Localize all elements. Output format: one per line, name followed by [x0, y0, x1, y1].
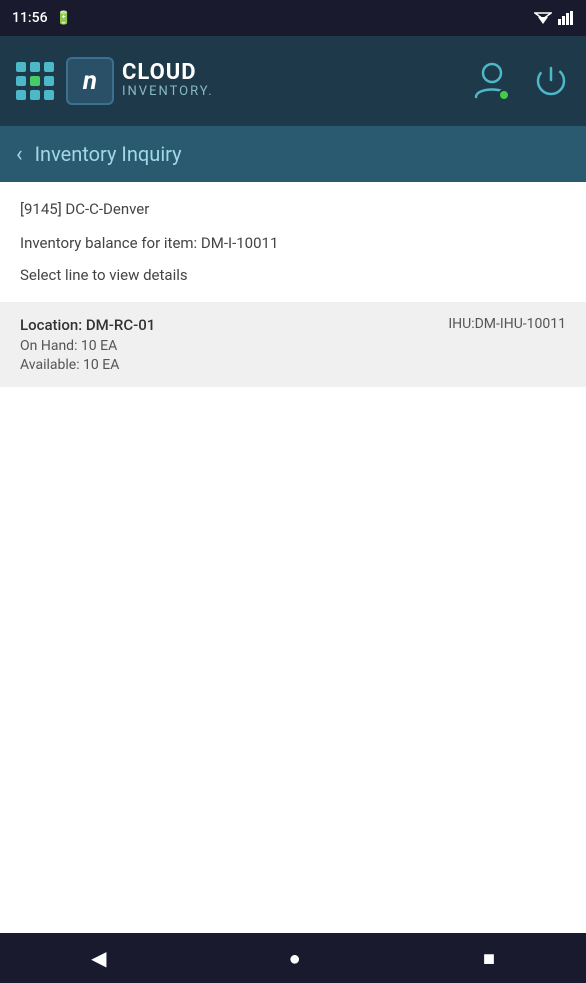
back-button[interactable]: ‹: [16, 142, 23, 167]
status-time: 11:56: [12, 10, 48, 26]
logo-letter: n: [83, 66, 97, 96]
inventory-row-top: Location: DM-RC-01 IHU:DM-IHU-10011: [20, 316, 566, 334]
brand-name: CLOUD: [122, 62, 214, 84]
brand-sub: INVENTORY.: [122, 84, 214, 100]
battery-icon: 🔋: [56, 11, 72, 26]
signal-icon: [558, 11, 574, 25]
inventory-row[interactable]: Location: DM-RC-01 IHU:DM-IHU-10011 On H…: [0, 302, 586, 387]
brand-text: CLOUD INVENTORY.: [122, 62, 214, 100]
header-bar: ‹ Inventory Inquiry: [0, 126, 586, 182]
back-nav-button[interactable]: ◀: [91, 946, 106, 970]
user-status-dot: [498, 89, 510, 101]
bottom-nav: ◀ ● ■: [0, 933, 586, 983]
content: [9145] DC-C-Denver Inventory balance for…: [0, 182, 586, 387]
status-bar: 11:56 🔋: [0, 0, 586, 36]
top-nav: n CLOUD INVENTORY.: [0, 36, 586, 126]
user-icon-wrap[interactable]: [472, 59, 512, 103]
site-label: [9145] DC-C-Denver: [20, 200, 566, 218]
item-label: Inventory balance for item: DM-I-10011: [20, 234, 566, 252]
home-nav-button[interactable]: ●: [289, 946, 301, 971]
instruction-label: Select line to view details: [20, 266, 566, 284]
status-bar-left: 11:56 🔋: [12, 10, 72, 26]
location-text: Location: DM-RC-01: [20, 316, 155, 334]
logo-box: n: [66, 57, 114, 105]
ihu-text: IHU:DM-IHU-10011: [448, 316, 566, 332]
recents-nav-button[interactable]: ■: [483, 946, 495, 971]
grid-menu-icon[interactable]: [16, 62, 54, 100]
page-title: Inventory Inquiry: [35, 142, 182, 166]
on-hand-text: On Hand: 10 EA: [20, 338, 566, 354]
available-text: Available: 10 EA: [20, 357, 566, 373]
content-info: [9145] DC-C-Denver Inventory balance for…: [0, 182, 586, 292]
nav-right: [472, 59, 570, 103]
nav-left: n CLOUD INVENTORY.: [16, 57, 214, 105]
status-bar-right: [534, 11, 574, 25]
wifi-icon: [534, 11, 552, 25]
brand-logo: n CLOUD INVENTORY.: [66, 57, 214, 105]
power-icon[interactable]: [532, 62, 570, 100]
